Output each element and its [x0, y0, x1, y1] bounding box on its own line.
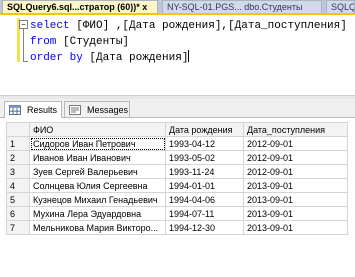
table-row[interactable]: 4 Солнцева Юлия Сергеевна 1994-01-01 201…: [6, 178, 348, 193]
code-line-2: from [Студенты]: [30, 36, 129, 48]
tab-sqlquery6[interactable]: SQLQuery6.sql...стратор (60))* x: [2, 0, 158, 13]
cell-dob[interactable]: 1993-05-02: [165, 150, 244, 165]
from-table: [Студенты]: [56, 36, 130, 48]
column-header-admission[interactable]: Дата_поступления: [243, 122, 348, 137]
tab-results-label: Results: [27, 105, 58, 115]
cell-admission[interactable]: 2013-09-01: [243, 192, 348, 207]
grid-icon: [9, 105, 21, 115]
cell-fio[interactable]: Мельникова Мария Викторо...: [29, 220, 166, 235]
row-number[interactable]: 2: [6, 150, 30, 165]
outline-line: [23, 29, 24, 62]
cell-admission[interactable]: 2013-09-01: [243, 220, 348, 235]
code-line-1: select [ФИО] ,[Дата рождения],[Дата_пост…: [30, 20, 347, 32]
order-column: [Дата рождения]: [82, 52, 189, 64]
cell-admission[interactable]: 2012-09-01: [243, 150, 348, 165]
row-number[interactable]: 4: [6, 178, 30, 193]
results-tab-strip: Results Messages: [0, 99, 355, 118]
cell-dob[interactable]: 1994-04-06: [165, 192, 244, 207]
column-header-dob[interactable]: Дата рождения: [165, 122, 244, 137]
cell-admission[interactable]: 2013-09-01: [243, 178, 348, 193]
keyword-order-by: order by: [30, 52, 83, 64]
document-tab-strip: SQLQuery6.sql...стратор (60))* x NY-SQL-…: [0, 0, 355, 13]
results-grid[interactable]: ФИО Дата рождения Дата_поступления 1 Сид…: [6, 122, 348, 235]
cell-fio[interactable]: Солнцева Юлия Сергеевна: [29, 178, 166, 193]
code-line-3: order by [Дата рождения]: [30, 50, 190, 64]
row-number[interactable]: 7: [6, 220, 30, 235]
table-row[interactable]: 6 Мухина Лера Эдуардовна 1994-07-11 2013…: [6, 206, 348, 221]
cell-admission[interactable]: 2012-09-01: [243, 164, 348, 179]
table-row[interactable]: 3 Зуев Сергей Валерьевич 1993-11-24 2012…: [6, 164, 348, 179]
messages-icon: [69, 105, 81, 115]
keyword-select: select: [30, 20, 70, 32]
cell-dob[interactable]: 1993-04-12: [165, 136, 244, 151]
cell-admission[interactable]: 2013-09-01: [243, 206, 348, 221]
grid-header-row: ФИО Дата рождения Дата_поступления: [6, 122, 348, 137]
cell-dob[interactable]: 1994-07-11: [165, 206, 244, 221]
query-editor[interactable]: − select [ФИО] ,[Дата рождения],[Дата_по…: [0, 13, 355, 101]
row-number[interactable]: 5: [6, 192, 30, 207]
text-caret: [188, 50, 190, 62]
close-icon[interactable]: x: [142, 2, 147, 12]
sql-text[interactable]: select [ФИО] ,[Дата рождения],[Дата_пост…: [30, 18, 347, 66]
outline-end: [23, 61, 28, 62]
keyword-from: from: [30, 36, 57, 48]
table-row[interactable]: 2 Иванов Иван Иванович 1993-05-02 2012-0…: [6, 150, 348, 165]
table-row[interactable]: 5 Кузнецов Михаил Генадьевич 1994-04-06 …: [6, 192, 348, 207]
tab-results[interactable]: Results: [4, 101, 62, 118]
cell-dob[interactable]: 1994-01-01: [165, 178, 244, 193]
results-pane: Results Messages ФИО Дата рождения Дата_…: [0, 99, 355, 277]
tab-label: NY-SQL-01.PGS... dbo.Студенты: [167, 2, 303, 12]
editor-margin: −: [0, 15, 28, 95]
tab-messages[interactable]: Messages: [64, 101, 130, 117]
cell-fio[interactable]: Мухина Лера Эдуардовна: [29, 206, 166, 221]
table-row[interactable]: 1 Сидоров Иван Петрович 1993-04-12 2012-…: [6, 136, 348, 151]
cell-admission[interactable]: 2012-09-01: [243, 136, 348, 151]
tab-studenty-table[interactable]: NY-SQL-01.PGS... dbo.Студенты: [162, 0, 322, 13]
tab-messages-label: Messages: [87, 105, 129, 115]
row-header-corner[interactable]: [6, 122, 30, 137]
column-header-fio[interactable]: ФИО: [29, 122, 166, 137]
cell-fio[interactable]: Иванов Иван Иванович: [29, 150, 166, 165]
row-number[interactable]: 1: [6, 136, 30, 151]
row-number[interactable]: 3: [6, 164, 30, 179]
table-row[interactable]: 7 Мельникова Мария Викторо... 1994-12-30…: [6, 220, 348, 235]
cell-fio[interactable]: Кузнецов Михаил Генадьевич: [29, 192, 166, 207]
tab-sqlq[interactable]: SQLQ: [326, 0, 355, 13]
collapse-icon[interactable]: −: [19, 20, 28, 29]
cell-dob[interactable]: 1993-11-24: [165, 164, 244, 179]
cell-fio[interactable]: Зуев Сергей Валерьевич: [29, 164, 166, 179]
cell-fio[interactable]: Сидоров Иван Петрович: [29, 136, 166, 151]
tab-label: SQLQ: [331, 2, 355, 12]
cell-dob[interactable]: 1994-12-30: [165, 220, 244, 235]
row-number[interactable]: 6: [6, 206, 30, 221]
tab-label: SQLQuery6.sql...стратор (60))*: [7, 2, 140, 12]
select-columns: [ФИО] ,[Дата рождения],[Дата_поступления…: [69, 20, 347, 32]
